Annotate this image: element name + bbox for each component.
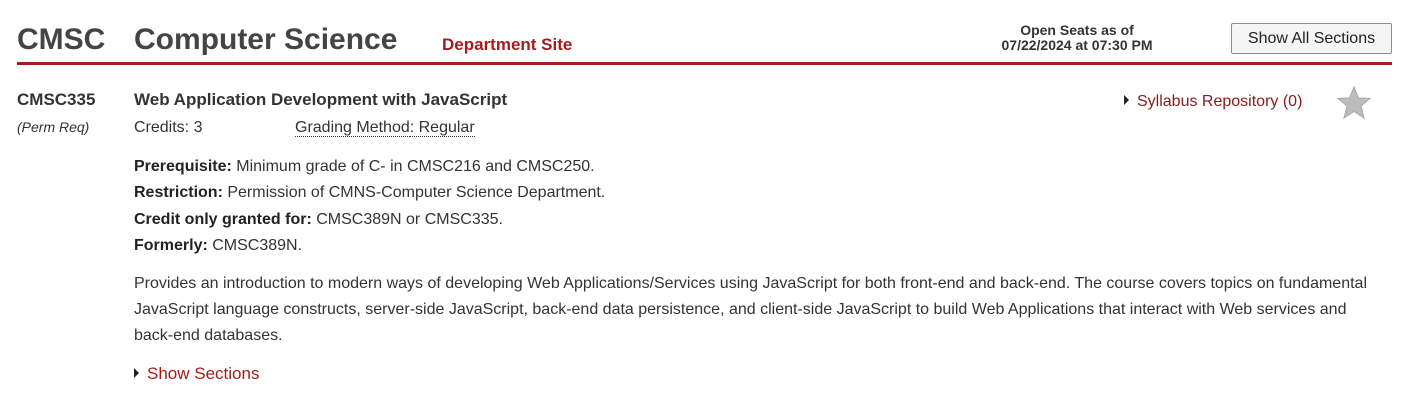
requirement-label: Credit only granted for: [134, 210, 312, 228]
open-seats-date: 07/22/2024 at 07:30 PM [1001, 37, 1153, 53]
open-seats-label: Open Seats as of [1020, 22, 1134, 38]
permission-required-note: (Perm Req) [17, 119, 90, 135]
course-id: CMSC335 [17, 90, 96, 109]
caret-right-icon [134, 368, 139, 378]
grading-method-label: Grading Method [295, 119, 410, 137]
department-site-link[interactable]: Department Site [442, 34, 572, 56]
course-title: Web Application Development with JavaScr… [134, 90, 508, 109]
requirement-prerequisite: Prerequisite: Minimum grade of C- in CMS… [134, 154, 1384, 180]
show-sections-label: Show Sections [147, 364, 260, 383]
requirement-text: CMSC389N or CMSC335. [311, 210, 503, 228]
course-description: Provides an introduction to modern ways … [134, 275, 1367, 344]
course-requirements: Prerequisite: Minimum grade of C- in CMS… [134, 154, 1384, 259]
requirement-text: Permission of CMNS-Computer Science Depa… [222, 184, 606, 202]
requirement-credit-only: Credit only granted for: CMSC389N or CMS… [134, 207, 1384, 233]
requirement-label: Prerequisite: [134, 158, 232, 175]
department-header: CMSC Computer Science Department Site Op… [17, 0, 1392, 65]
open-seats-timestamp: Open Seats as of 07/22/2024 at 07:30 PM [977, 23, 1177, 53]
show-sections-link[interactable]: Show Sections [134, 363, 259, 385]
grading-method: Grading Method: Regular [295, 118, 475, 138]
requirement-label: Formerly: [134, 236, 208, 254]
requirement-text: CMSC389N. [207, 236, 303, 254]
department-name: Computer Science [134, 23, 398, 56]
requirement-label: Restriction: [134, 184, 223, 202]
requirement-restriction: Restriction: Permission of CMNS-Computer… [134, 180, 1384, 206]
caret-right-icon [1124, 95, 1129, 105]
show-all-sections-button[interactable]: Show All Sections [1231, 23, 1392, 54]
star-icon[interactable] [1336, 85, 1372, 121]
course-credits: Credits: 3 [134, 119, 203, 136]
requirement-text: Minimum grade of C- in CMSC216 and CMSC2… [231, 158, 595, 175]
grading-method-value: : Regular [409, 119, 475, 137]
syllabus-repository-label: Syllabus Repository (0) [1137, 93, 1303, 110]
department-code: CMSC [17, 23, 106, 56]
requirement-formerly: Formerly: CMSC389N. [134, 233, 1384, 259]
syllabus-repository-link[interactable]: Syllabus Repository (0) [1124, 92, 1302, 112]
